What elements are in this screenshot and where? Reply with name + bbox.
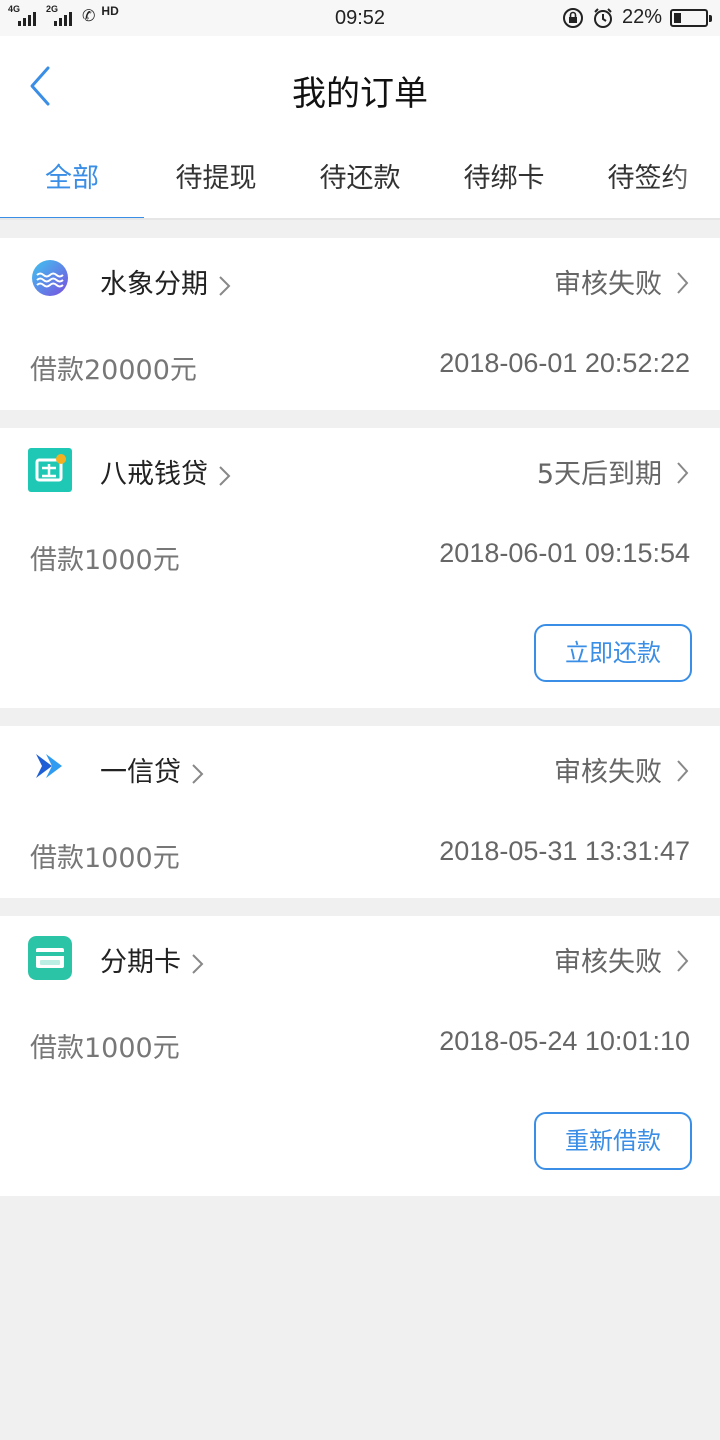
chevron-right-icon[interactable]	[676, 948, 690, 974]
chevron-right-icon	[219, 466, 231, 486]
order-datetime: 2018-06-01 09:15:54	[439, 538, 690, 568]
lender-name[interactable]: 分期卡	[100, 940, 205, 979]
chevron-right-icon[interactable]	[676, 270, 690, 296]
arrow-logo-icon	[28, 744, 72, 788]
water-wave-icon	[28, 256, 72, 300]
page-title: 我的订单	[292, 74, 428, 114]
lender-name[interactable]: 水象分期	[100, 262, 232, 301]
tab-pending-withdraw[interactable]: 待提现	[144, 156, 288, 195]
loan-icon	[28, 448, 72, 492]
lender-name[interactable]: 一信贷	[100, 750, 205, 789]
lender-name[interactable]: 八戒钱贷	[100, 452, 232, 491]
loan-amount: 借款1000元	[30, 1033, 180, 1064]
chevron-right-icon[interactable]	[676, 758, 690, 784]
loan-amount: 借款20000元	[30, 355, 197, 386]
nav-header: 我的订单	[0, 36, 720, 136]
reborrow-button[interactable]: 重新借款	[534, 1112, 692, 1170]
order-status[interactable]: 5天后到期	[537, 452, 662, 491]
chevron-right-icon	[219, 276, 231, 296]
tab-pending-bind-card[interactable]: 待绑卡	[432, 156, 576, 195]
tab-fade	[670, 136, 720, 218]
rotation-lock-icon	[562, 7, 583, 28]
order-datetime: 2018-05-31 13:31:47	[439, 836, 690, 866]
order-card[interactable]: 分期卡 审核失败 借款1000元 2018-05-24 10:01:10 重新借…	[0, 916, 720, 1196]
lender-name-text: 一信贷	[100, 757, 181, 788]
tab-pending-repay[interactable]: 待还款	[288, 156, 432, 195]
lender-name-text: 水象分期	[100, 269, 208, 300]
status-bar: 4G 2G ✆ HD 09:52 22%	[0, 0, 720, 36]
order-status[interactable]: 审核失败	[554, 750, 662, 789]
order-card[interactable]: 一信贷 审核失败 借款1000元 2018-05-31 13:31:47	[0, 726, 720, 898]
order-card[interactable]: 水象分期 审核失败 借款20000元 2018-06-01 20:52:22	[0, 238, 720, 410]
tab-all[interactable]: 全部	[0, 156, 144, 195]
battery-icon	[670, 8, 712, 27]
lender-name-text: 分期卡	[100, 947, 181, 978]
battery-percent: 22%	[621, 6, 662, 28]
order-card[interactable]: 八戒钱贷 5天后到期 借款1000元 2018-06-01 09:15:54 立…	[0, 428, 720, 708]
lender-name-text: 八戒钱贷	[100, 459, 208, 490]
loan-amount: 借款1000元	[30, 545, 180, 576]
loan-amount: 借款1000元	[30, 843, 180, 874]
card-icon	[28, 936, 72, 980]
tab-indicator	[0, 217, 144, 218]
alarm-icon	[593, 7, 612, 28]
chevron-right-icon	[192, 954, 204, 974]
chevron-right-icon	[192, 764, 204, 784]
order-datetime: 2018-06-01 20:52:22	[439, 348, 690, 378]
order-datetime: 2018-05-24 10:01:10	[439, 1026, 690, 1056]
order-status[interactable]: 审核失败	[554, 262, 662, 301]
tab-bar: 全部 待提现 待还款 待绑卡 待签约	[0, 136, 720, 220]
chevron-right-icon[interactable]	[676, 460, 690, 486]
repay-now-button[interactable]: 立即还款	[534, 624, 692, 682]
order-status[interactable]: 审核失败	[554, 940, 662, 979]
battery-fill	[674, 12, 681, 23]
